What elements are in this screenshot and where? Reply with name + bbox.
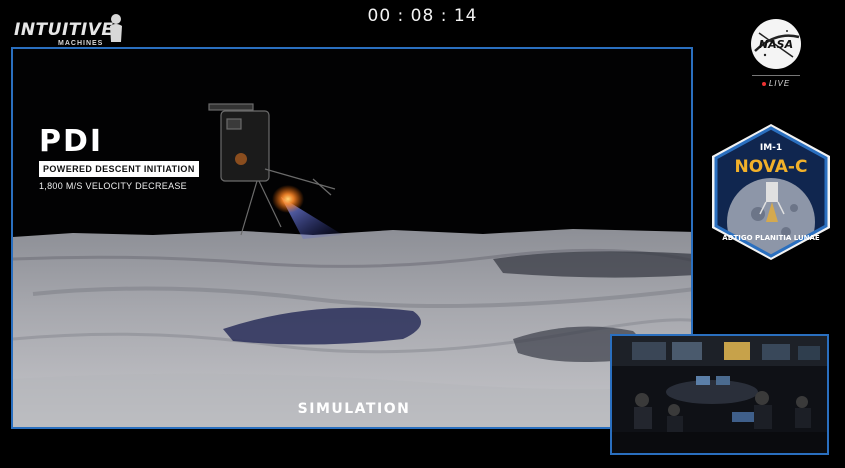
phase-detail: 1,800 M/S VELOCITY DECREASE <box>39 181 187 191</box>
phase-title: PDI <box>39 124 104 159</box>
control-room-scene <box>612 336 827 453</box>
control-room-feed[interactable] <box>610 334 829 455</box>
live-label: LIVE <box>768 79 791 88</box>
mission-patch: IM-1 NOVA-C ADTIGO PLANITIA LUNAE <box>712 124 830 260</box>
phase-subtitle: POWERED DESCENT INITIATION <box>39 161 199 177</box>
main-video-feed[interactable]: PDI POWERED DESCENT INITIATION 1,800 M/S… <box>11 47 693 429</box>
nasa-wordmark: NASA <box>759 38 793 51</box>
lunar-scene <box>13 49 691 427</box>
patch-motto: ADTIGO PLANITIA LUNAE <box>722 234 820 242</box>
nasa-meatball-icon: NASA <box>751 19 801 69</box>
live-dot-icon <box>761 81 766 86</box>
mission-timer: 00 : 08 : 14 <box>367 6 478 26</box>
patch-name: NOVA-C <box>735 157 808 177</box>
phase-overlay: PDI POWERED DESCENT INITIATION 1,800 M/S… <box>39 127 199 191</box>
brand-sub: MACHINES <box>58 40 104 47</box>
simulation-label: SIMULATION <box>297 401 411 417</box>
patch-mission: IM-1 <box>760 143 782 153</box>
live-indicator: LIVE <box>752 75 800 88</box>
